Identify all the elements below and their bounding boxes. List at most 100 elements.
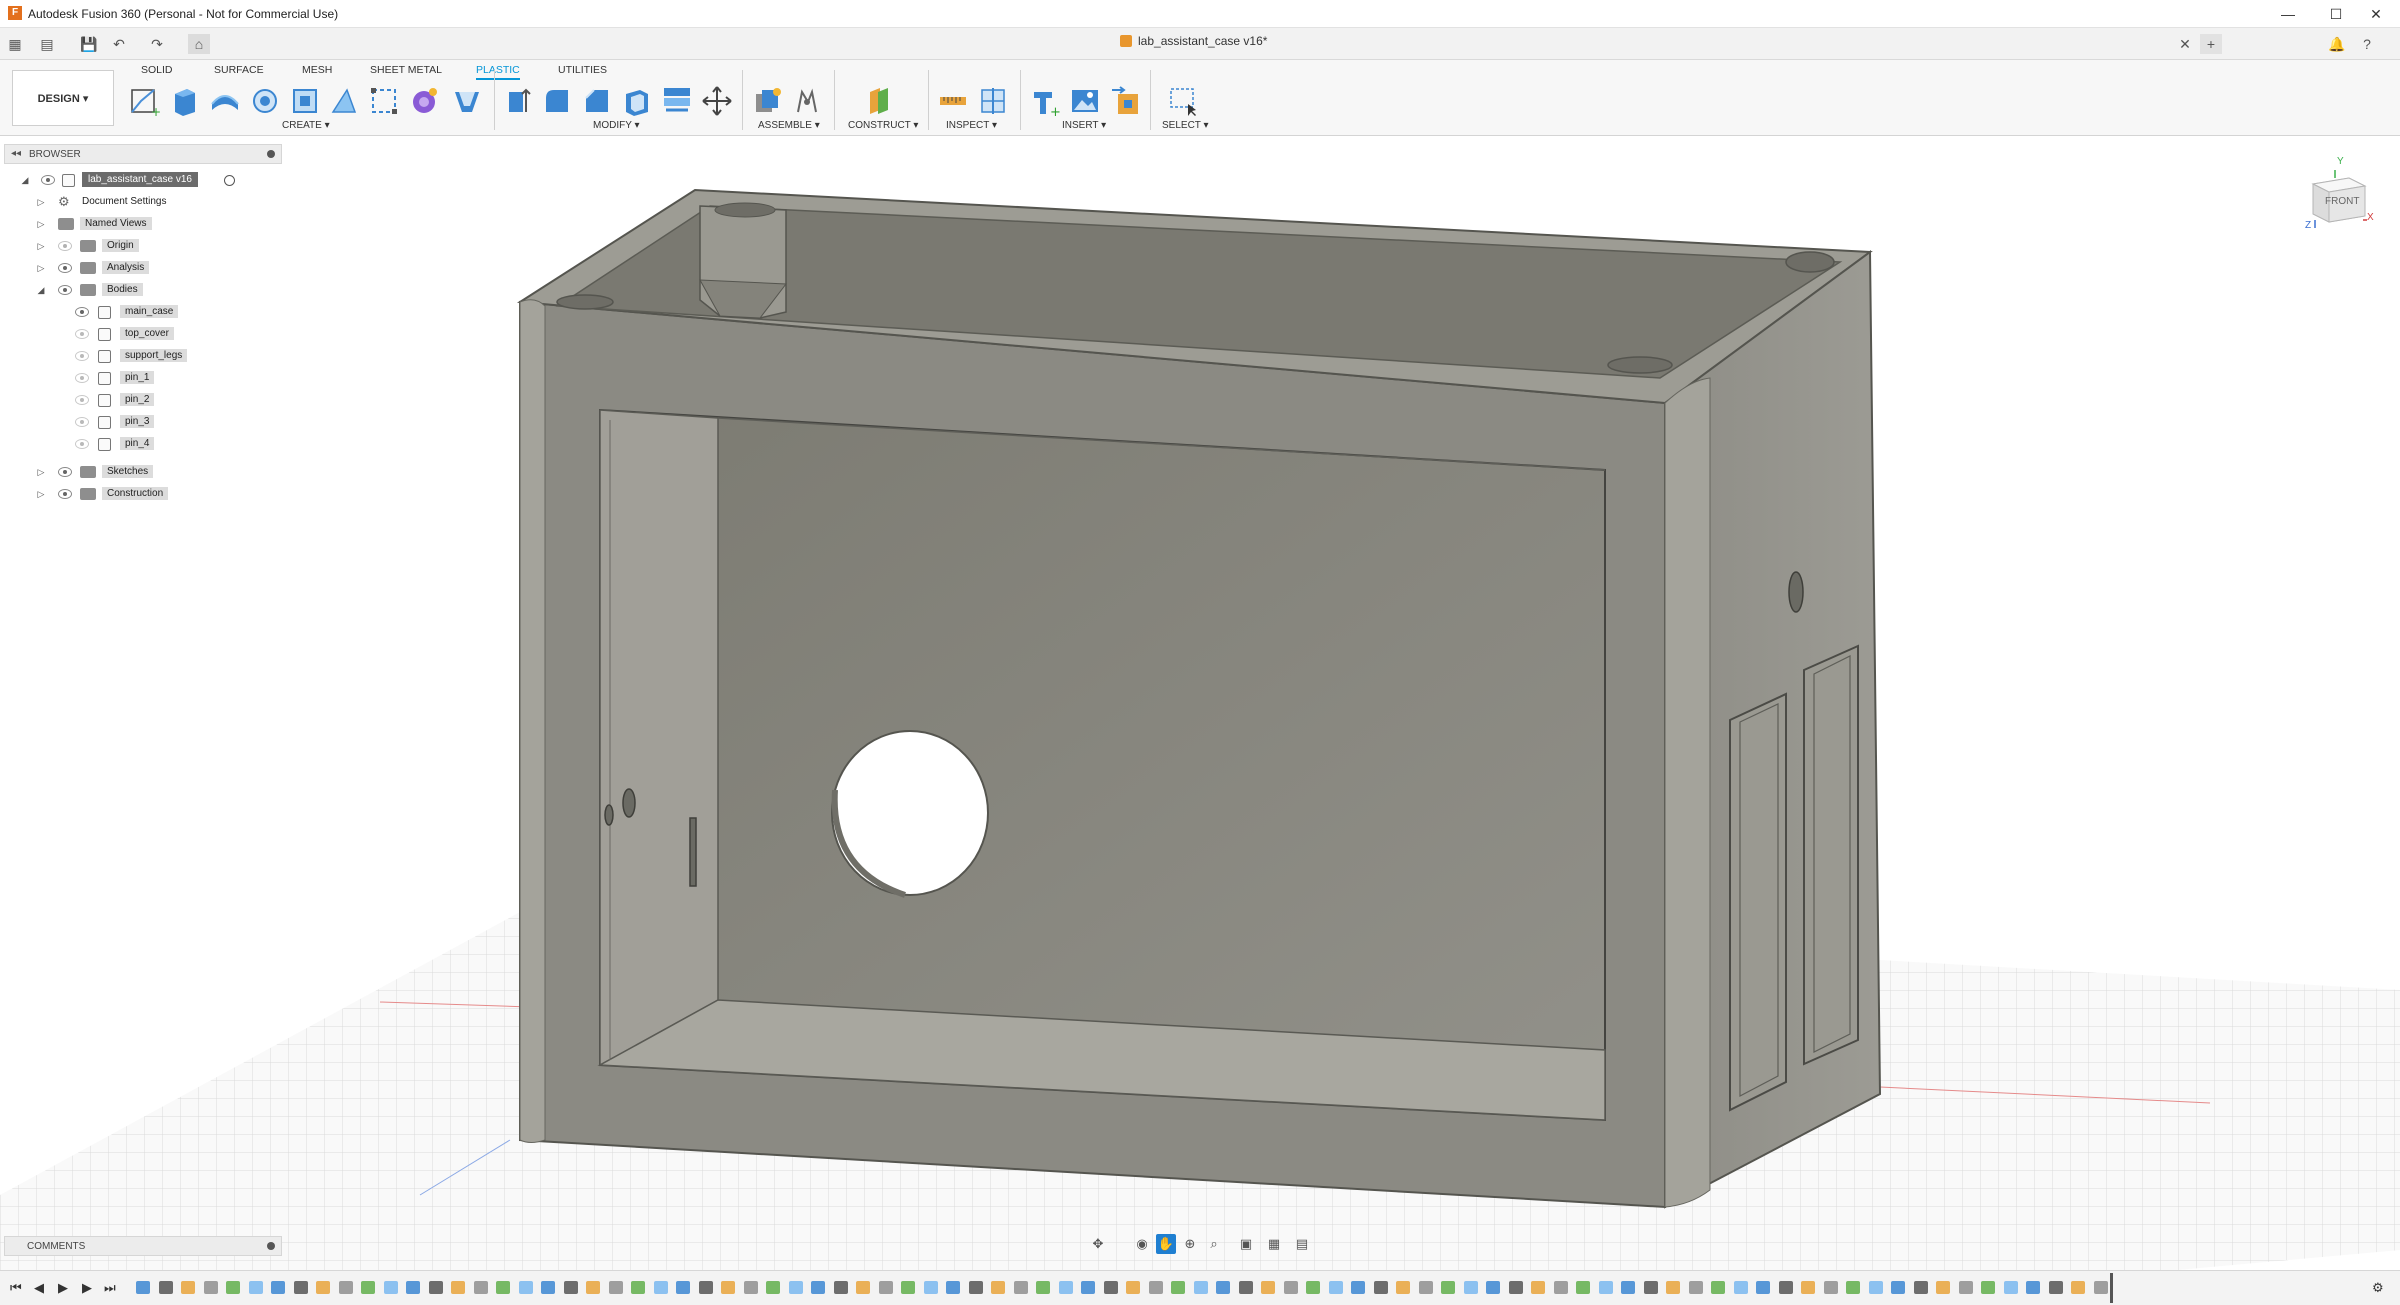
- timeline-feature-icon[interactable]: [1891, 1281, 1905, 1294]
- minimize-button[interactable]: —: [2268, 4, 2308, 24]
- press-pull-icon[interactable]: [500, 84, 534, 118]
- notifications-icon[interactable]: 🔔: [2326, 34, 2348, 54]
- display-settings-icon[interactable]: ▣: [1236, 1234, 1256, 1254]
- timeline-feature-icon[interactable]: [1778, 1281, 1793, 1294]
- timeline-feature-icon[interactable]: [2048, 1281, 2063, 1294]
- timeline-feature-icon[interactable]: [833, 1281, 848, 1294]
- browser-pin-icon[interactable]: [267, 150, 275, 158]
- timeline-feature-icon[interactable]: [563, 1281, 578, 1294]
- canvas-viewport[interactable]: [0, 137, 2400, 1277]
- look-at-icon[interactable]: ◉: [1132, 1234, 1152, 1254]
- timeline-feature-icon[interactable]: [1058, 1281, 1073, 1294]
- timeline-feature-icon[interactable]: [923, 1281, 938, 1294]
- comments-pin-icon[interactable]: [267, 1242, 275, 1250]
- timeline-feature-icon[interactable]: [451, 1281, 465, 1294]
- timeline-feature-icon[interactable]: [586, 1281, 600, 1294]
- browser-item-origin[interactable]: ▷ Origin: [0, 236, 280, 256]
- group-select[interactable]: SELECT ▾: [1162, 120, 1209, 131]
- group-create[interactable]: CREATE ▾: [282, 120, 330, 131]
- expand-triangle-icon[interactable]: ▷: [36, 219, 46, 229]
- timeline-feature-icon[interactable]: [1351, 1281, 1365, 1294]
- visibility-eye-icon[interactable]: [75, 439, 89, 449]
- move-copy-icon[interactable]: [700, 84, 734, 118]
- timeline-feature-icon[interactable]: [1801, 1281, 1815, 1294]
- fit-icon[interactable]: ⌕: [1204, 1234, 1224, 1254]
- timeline-feature-icon[interactable]: [473, 1281, 488, 1294]
- timeline-feature-icon[interactable]: [136, 1281, 150, 1294]
- visibility-eye-icon[interactable]: [75, 395, 89, 405]
- timeline-feature-icon[interactable]: [631, 1281, 645, 1294]
- timeline-feature-icon[interactable]: [1846, 1281, 1860, 1294]
- expand-triangle-icon[interactable]: ▷: [36, 197, 46, 207]
- timeline-feature-icon[interactable]: [518, 1281, 533, 1294]
- timeline-feature-icon[interactable]: [901, 1281, 915, 1294]
- expand-triangle-icon[interactable]: ▷: [36, 467, 46, 477]
- timeline-feature-icon[interactable]: [1531, 1281, 1545, 1294]
- view-cube[interactable]: FRONT X Y Z: [2305, 156, 2374, 231]
- joint-icon[interactable]: [790, 84, 824, 118]
- timeline-feature-icon[interactable]: [1868, 1281, 1883, 1294]
- browser-body-pin-3[interactable]: pin_3: [0, 412, 280, 432]
- timeline-feature-icon[interactable]: [698, 1281, 713, 1294]
- close-tab-icon[interactable]: ✕: [2174, 34, 2196, 54]
- create-sketch-icon[interactable]: +: [127, 84, 161, 119]
- fillet-icon[interactable]: [540, 84, 574, 118]
- timeline-feature-icon[interactable]: [1193, 1281, 1208, 1294]
- timeline-feature-icon[interactable]: [1598, 1281, 1613, 1294]
- collapse-triangle-icon[interactable]: ◢: [20, 175, 30, 185]
- timeline-feature-icon[interactable]: [788, 1281, 803, 1294]
- save-icon[interactable]: 💾: [78, 34, 100, 54]
- timeline-feature-icon[interactable]: [1688, 1281, 1703, 1294]
- comments-panel-header[interactable]: COMMENTS: [4, 1236, 282, 1256]
- timeline-feature-icon[interactable]: [1756, 1281, 1770, 1294]
- timeline-feature-icon[interactable]: [1936, 1281, 1950, 1294]
- timeline-feature-icon[interactable]: [181, 1281, 195, 1294]
- timeline-feature-icon[interactable]: [1396, 1281, 1410, 1294]
- expand-triangle-icon[interactable]: ▷: [36, 241, 46, 251]
- timeline-feature-icon[interactable]: [1171, 1281, 1185, 1294]
- browser-body-support-legs[interactable]: support_legs: [0, 346, 280, 366]
- timeline-feature-icon[interactable]: [1733, 1281, 1748, 1294]
- timeline-feature-icon[interactable]: [721, 1281, 735, 1294]
- timeline-feature-icon[interactable]: [383, 1281, 398, 1294]
- timeline-feature-icon[interactable]: [1711, 1281, 1725, 1294]
- rib-icon[interactable]: [327, 84, 361, 118]
- apps-grid-icon[interactable]: ▦: [4, 34, 26, 54]
- timeline-feature-icon[interactable]: [271, 1281, 285, 1294]
- browser-item-construction[interactable]: ▷ Construction: [0, 484, 280, 504]
- expand-triangle-icon[interactable]: ▷: [36, 489, 46, 499]
- tab-utilities[interactable]: UTILITIES: [558, 64, 607, 76]
- group-construct[interactable]: CONSTRUCT ▾: [848, 120, 918, 131]
- group-insert[interactable]: INSERT ▾: [1062, 120, 1106, 131]
- visibility-eye-icon[interactable]: [75, 417, 89, 427]
- timeline-play-icon[interactable]: ▶: [58, 1280, 68, 1296]
- timeline-feature-icon[interactable]: [1463, 1281, 1478, 1294]
- tab-solid[interactable]: SOLID: [141, 64, 173, 76]
- timeline-feature-icon[interactable]: [361, 1281, 375, 1294]
- browser-root-row[interactable]: ◢ lab_assistant_case v16: [0, 170, 280, 190]
- view-cube-front-label[interactable]: FRONT: [2325, 196, 2359, 207]
- timeline-end-icon[interactable]: ⏭: [104, 1280, 116, 1296]
- timeline-feature-icon[interactable]: [1148, 1281, 1163, 1294]
- timeline-feature-icon[interactable]: [226, 1281, 240, 1294]
- zoom-icon[interactable]: ⊕: [1180, 1234, 1200, 1254]
- snap-fit-icon[interactable]: [450, 84, 484, 118]
- timeline-feature-icon[interactable]: [406, 1281, 420, 1294]
- pan-icon[interactable]: ✋: [1156, 1234, 1176, 1254]
- timeline-feature-icon[interactable]: [1261, 1281, 1275, 1294]
- timeline-feature-icon[interactable]: [811, 1281, 825, 1294]
- expand-triangle-icon[interactable]: ▷: [36, 263, 46, 273]
- timeline-feature-icon[interactable]: [946, 1281, 960, 1294]
- timeline-feature-icon[interactable]: [1576, 1281, 1590, 1294]
- timeline-feature-icon[interactable]: [878, 1281, 893, 1294]
- timeline-feature-icon[interactable]: [541, 1281, 555, 1294]
- workspace-switcher[interactable]: DESIGN ▾: [12, 70, 114, 126]
- sweep-icon[interactable]: [248, 84, 282, 118]
- grid-settings-icon[interactable]: ▦: [1264, 1234, 1284, 1254]
- timeline-feature-icon[interactable]: [1013, 1281, 1028, 1294]
- new-tab-icon[interactable]: +: [2200, 34, 2222, 54]
- timeline-feature-icon[interactable]: [1283, 1281, 1298, 1294]
- timeline-feature-icon[interactable]: [1823, 1281, 1838, 1294]
- redo-icon[interactable]: ↷: [146, 34, 168, 54]
- visibility-eye-icon[interactable]: [58, 489, 72, 499]
